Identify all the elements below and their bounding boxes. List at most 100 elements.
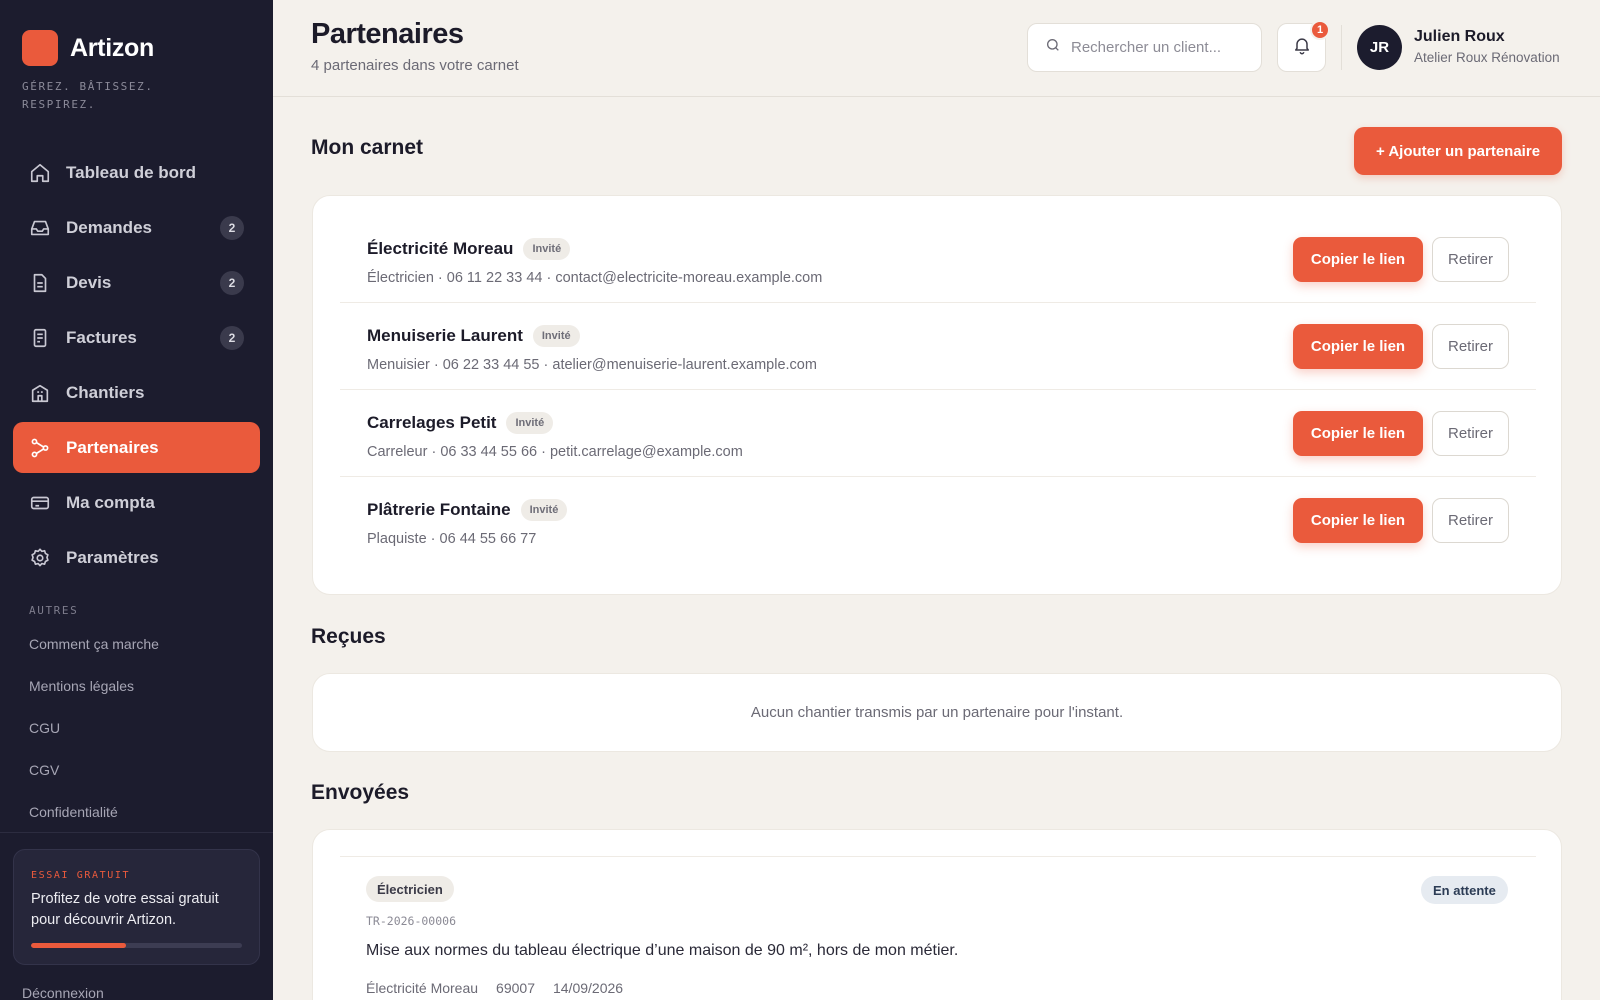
partner-name: Menuiserie Laurent [367,326,523,345]
sidebar-item-label: Factures [66,327,137,347]
divider [0,832,273,833]
sidebar-nav: Tableau de bord Demandes 2 Devis 2 Factu… [13,147,260,587]
remove-partner-button[interactable]: Retirer [1432,324,1509,369]
section-title-envoyees: Envoyées [311,781,410,804]
document-icon [29,272,51,294]
transfer-date: 14/09/2026 [552,980,624,996]
sidebar-item-factures[interactable]: Factures 2 [13,312,260,363]
avatar[interactable]: JR [1357,25,1402,70]
link-confidentialite[interactable]: Confidentialité [29,800,159,842]
remove-partner-button[interactable]: Retirer [1432,498,1509,543]
trial-kicker: ESSAI GRATUIT [31,870,131,881]
trial-text: Profitez de votre essai gratuit pour déc… [31,891,219,928]
trade-badge: Électricien [366,876,454,902]
page-title: Partenaires [311,18,464,50]
empty-state-text: Aucun chantier transmis par un partenair… [750,704,1124,721]
notification-count-badge: 1 [1310,20,1330,40]
sidebar-item-demandes[interactable]: Demandes 2 [13,202,260,253]
sidebar-item-label: Demandes [66,217,152,237]
user-name: Julien Roux [1414,28,1505,45]
partner-name-line: Plâtrerie Fontaine Invité [367,499,568,521]
sidebar-item-label: Tableau de bord [66,162,197,182]
brand-name: Artizon [70,33,154,62]
inbox-icon [29,217,51,239]
partner-name-line: Menuiserie Laurent Invité [367,325,580,347]
partner-meta: Plaquiste · 06 44 55 66 77 [367,531,537,547]
brand[interactable]: Artizon [22,30,154,66]
sidebar-item-chantiers[interactable]: Chantiers [13,367,260,418]
search-input[interactable] [1071,39,1251,56]
search-icon [1045,37,1061,58]
brand-tagline: GÉREZ. BÂTISSEZ. RESPIREZ. [22,80,154,111]
partner-meta: Électricien · 06 11 22 33 44 · contact@e… [367,270,823,286]
transfer-description: Mise aux normes du tableau électrique d’… [366,942,959,959]
partner-row: Plâtrerie Fontaine Invité Plaquiste · 06… [340,477,1536,564]
partners-card: Électricité Moreau Invité Électricien · … [312,195,1562,595]
count-badge: 2 [220,326,244,350]
status-badge: En attente [1421,876,1508,904]
sidebar-item-label: Devis [66,272,112,292]
copy-link-button[interactable]: Copier le lien [1293,498,1423,543]
page-subtitle: 4 partenaires dans votre carnet [311,57,519,74]
transfer-partner: Électricité Moreau [366,980,479,996]
sidebar-item-label: Ma compta [66,492,155,512]
section-title-carnet: Mon carnet [311,136,424,159]
trial-progress-fill [31,943,126,948]
divider [340,856,1536,857]
link-mentions-legales[interactable]: Mentions légales [29,674,159,716]
copy-link-button[interactable]: Copier le lien [1293,237,1423,282]
sidebar: Artizon GÉREZ. BÂTISSEZ. RESPIREZ. Table… [0,0,273,1000]
partner-name-line: Électricité Moreau Invité [367,238,571,260]
sidebar-item-ma-compta[interactable]: Ma compta [13,477,260,528]
sidebar-item-devis[interactable]: Devis 2 [13,257,260,308]
divider [1341,25,1342,70]
user-company: Atelier Roux Rénovation [1414,50,1560,65]
trial-card: ESSAI GRATUIT Profitez de votre essai gr… [13,849,260,965]
partner-name: Plâtrerie Fontaine [367,500,511,519]
partner-name: Électricité Moreau [367,239,514,258]
sidebar-item-label: Paramètres [66,547,159,567]
status-badge: Invité [532,325,580,347]
received-card: Aucun chantier transmis par un partenair… [312,673,1562,752]
copy-link-button[interactable]: Copier le lien [1293,324,1423,369]
reference-number: TR-2026-00006 [366,914,457,928]
link-comment-ca-marche[interactable]: Comment ça marche [29,632,159,674]
remove-partner-button[interactable]: Retirer [1432,237,1509,282]
sent-card: Électricien En attente TR-2026-00006 Mis… [312,829,1562,1000]
link-cgu[interactable]: CGU [29,716,159,758]
home-icon [29,162,51,184]
partner-meta: Menuisier · 06 22 33 44 55 · atelier@men… [367,357,817,373]
status-badge: Invité [520,499,568,521]
partner-meta: Carreleur · 06 33 44 55 66 · petit.carre… [367,444,743,460]
sidebar-item-partenaires[interactable]: Partenaires [13,422,260,473]
add-partner-button[interactable]: + Ajouter un partenaire [1354,127,1562,175]
topbar: Partenaires 4 partenaires dans votre car… [273,0,1600,97]
building-icon [29,382,51,404]
sidebar-item-label: Chantiers [66,382,145,402]
logout-link[interactable]: Déconnexion [22,985,104,1000]
trial-progress-bar [31,943,242,948]
partner-name-line: Carrelages Petit Invité [367,412,554,434]
search-box[interactable] [1027,23,1262,72]
status-badge: Invité [506,412,554,434]
section-title-recues: Reçues [311,625,386,648]
receipt-icon [29,327,51,349]
sidebar-item-tableau-de-bord[interactable]: Tableau de bord [13,147,260,198]
count-badge: 2 [220,216,244,240]
partner-name: Carrelages Petit [367,413,497,432]
link-cgv[interactable]: CGV [29,758,159,800]
partner-row: Carrelages Petit Invité Carreleur · 06 3… [340,390,1536,477]
section-heading-autres: AUTRES [29,604,79,617]
remove-partner-button[interactable]: Retirer [1432,411,1509,456]
gear-icon [29,547,51,569]
transfer-meta: Électricité Moreau 69007 14/09/2026 [366,980,641,996]
partner-row: Électricité Moreau Invité Électricien · … [340,216,1536,303]
bell-icon [1292,35,1312,60]
brand-logo-icon [22,30,58,66]
count-badge: 2 [220,271,244,295]
sidebar-item-parametres[interactable]: Paramètres [13,532,260,583]
transfer-postcode: 69007 [496,980,535,996]
partner-row: Menuiserie Laurent Invité Menuisier · 06… [340,303,1536,390]
copy-link-button[interactable]: Copier le lien [1293,411,1423,456]
footer-links: Comment ça marche Mentions légales CGU C… [29,632,159,842]
